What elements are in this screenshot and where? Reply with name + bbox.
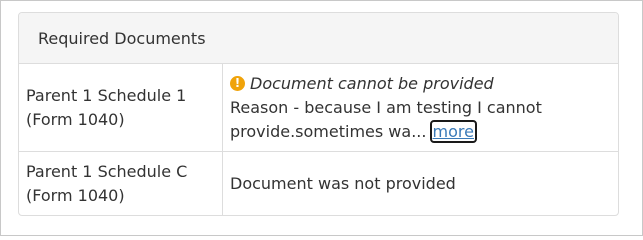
document-status-cell: ! Document cannot be provided Reason - b… (223, 64, 619, 152)
exclamation-circle-icon: ! (230, 76, 245, 91)
document-form-line: (Form 1040) (26, 109, 125, 129)
reason-text-line-1: Reason - because I am testing I cannot (230, 97, 542, 117)
panel-heading: Required Documents (19, 13, 618, 64)
reason-text-line-2: provide.sometimes wa... more (230, 119, 618, 144)
more-link[interactable]: more (429, 119, 478, 143)
table-row: Parent 1 Schedule 1 (Form 1040) ! Docume… (19, 64, 618, 152)
document-status-cell: Document was not provided (222, 151, 618, 215)
document-name-line: Parent 1 Schedule 1 (26, 85, 187, 105)
status-line: ! Document cannot be provided (230, 72, 618, 96)
document-form-line: (Form 1040) (26, 185, 125, 205)
status-title: Document cannot be provided (250, 73, 494, 93)
page-frame: Required Documents Parent 1 Schedule 1 (… (0, 0, 643, 236)
table-row: Parent 1 Schedule C (Form 1040) Document… (19, 151, 618, 215)
documents-table: Parent 1 Schedule 1 (Form 1040) ! Docume… (19, 64, 618, 215)
required-documents-panel: Required Documents Parent 1 Schedule 1 (… (18, 12, 619, 216)
document-name-line: Parent 1 Schedule C (26, 161, 188, 181)
document-name-cell: Parent 1 Schedule 1 (Form 1040) (19, 64, 223, 152)
status-text: Document was not provided (230, 173, 456, 193)
reason-text-truncated: provide.sometimes wa... (230, 121, 427, 141)
panel-title: Required Documents (38, 28, 206, 48)
document-name-cell: Parent 1 Schedule C (Form 1040) (19, 151, 223, 215)
